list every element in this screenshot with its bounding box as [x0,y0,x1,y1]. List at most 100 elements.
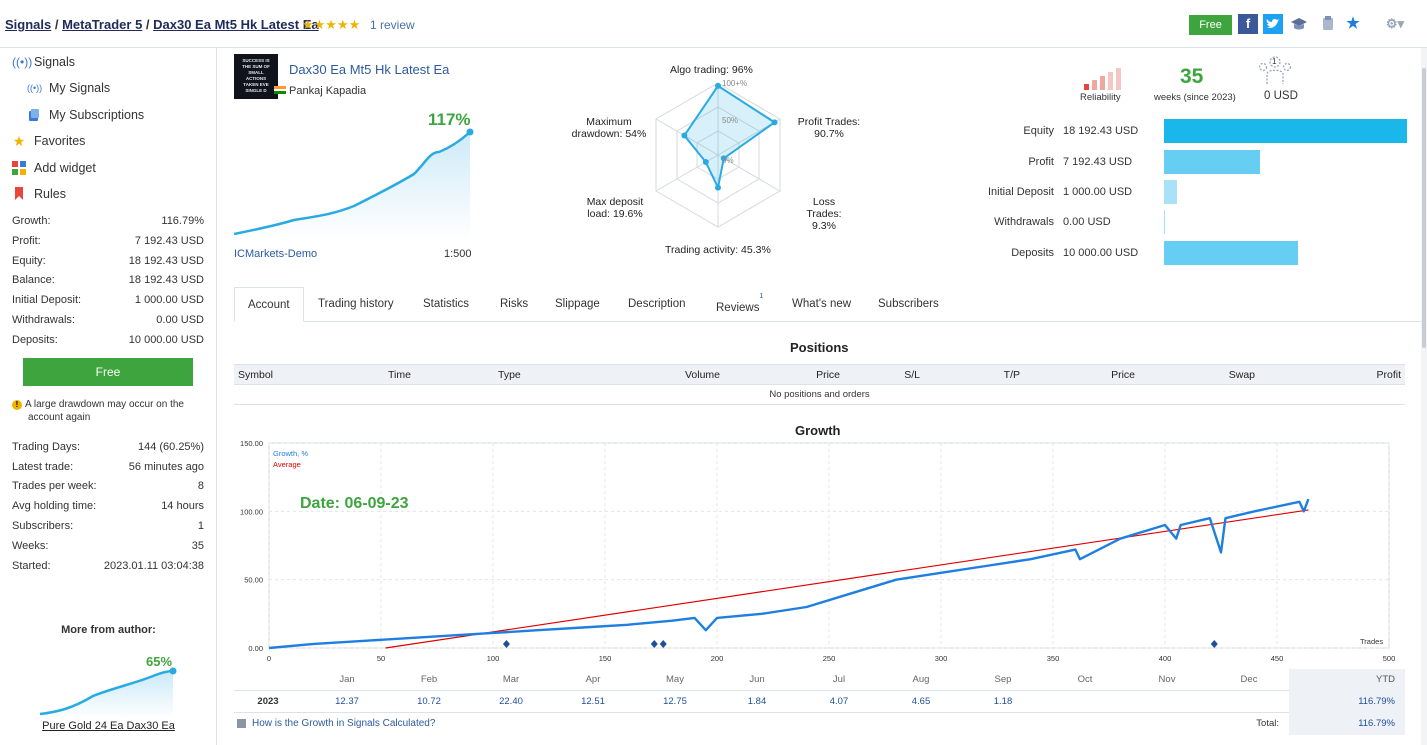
month-value: 22.40 [499,696,523,707]
sidebar-item-my-signals[interactable]: ((•)) My Signals [27,81,110,95]
tab-slippage[interactable]: Slippage [542,287,613,322]
sidebar-item-my-subscriptions[interactable]: My Subscriptions [27,108,144,122]
month-value: 4.65 [911,696,931,707]
months-header-row: Jan Feb Mar Apr May Jun Jul Aug Sep Oct Nov Dec YTD [234,669,1405,691]
graduation-cap-icon[interactable] [1289,14,1309,34]
rating-stars[interactable]: ★★★★★ [302,17,360,33]
positions-empty-text: No positions and orders [234,384,1405,405]
x-tick-label: 200 [711,654,724,663]
radar-label-algo: Algo trading: 96% [670,64,753,76]
broker-name[interactable]: ICMarkets-Demo [234,248,317,260]
radar-label-text: drawdown: 54% [571,128,647,140]
sidebar-item-signals[interactable]: ((•)) Signals [12,55,75,69]
radar-label-text: Maximum [586,116,632,128]
breadcrumb-separator: / [142,17,154,32]
col-price: Price [724,364,844,385]
ytd-value: 116.79% [1358,696,1395,707]
bar-row-profit: Profit 7 192.43 USD [968,150,1260,174]
stat-equity: Equity: 18 192.43 USD [12,255,204,267]
month-header: Sep [994,674,1012,685]
breadcrumb-separator: / [51,17,63,32]
totals-row: How is the Growth in Signals Calculated?… [234,713,1405,735]
radar-point-algo [715,82,721,89]
radar-label-text: 9.3% [812,220,836,232]
bar-label: Withdrawals [994,216,1054,228]
favorite-star-icon[interactable]: ★ [1343,14,1363,34]
positions-title: Positions [790,340,849,355]
growth-help-link[interactable]: How is the Growth in Signals Calculated? [252,713,435,735]
stat-trades-per-week: Trades per week: 8 [12,480,204,492]
facebook-icon[interactable]: f [1238,14,1258,34]
year-label: 2023 [257,696,279,707]
bar-row-deposits: Deposits 10 000.00 USD [968,241,1298,265]
tab-statistics[interactable]: Statistics [410,287,482,322]
x-tick-label: 500 [1383,654,1396,663]
scrollbar-thumb[interactable] [1422,68,1426,348]
month-value: 4.07 [829,696,849,707]
clipboard-icon[interactable] [1318,14,1338,34]
sidebar-item-favorites[interactable]: ★ Favorites [12,133,86,149]
stat-trading-days: Trading Days: 144 (60.25%) [12,441,204,453]
x-axis-title: Trades [1360,637,1383,646]
star-icon: ★ [12,133,26,149]
tab-risks[interactable]: Risks [487,287,541,322]
tab-whats-new[interactable]: What's new [779,287,864,322]
breadcrumb: Signals / MetaTrader 5 / Dax30 Ea Mt5 Hk… [5,17,319,32]
tab-subscribers[interactable]: Subscribers [865,287,952,322]
sidebar-item-rules[interactable]: Rules [12,187,66,201]
sidebar-item-label: Signals [34,55,75,69]
stat-value: 116.79% [161,215,204,227]
sidebar-item-add-widget[interactable]: Add widget [12,161,96,175]
bar-value: 0.00 USD [1063,216,1111,228]
date-overlay: Date: 06-09-23 [300,495,409,512]
radar-ring-label-0: 0% [722,156,734,165]
reviews-badge: 1 [759,293,764,300]
tab-account[interactable]: Account [234,287,304,322]
stat-value: 10 000.00 USD [128,334,204,346]
month-header: Jun [749,674,765,685]
breadcrumb-signal[interactable]: Dax30 Ea Mt5 Hk Latest Ea [153,17,318,32]
stat-value: 144 (60.25%) [137,441,204,453]
stat-label: Trading Days: [12,441,81,453]
subscribe-free-button[interactable]: Free [1189,15,1232,35]
twitter-icon[interactable] [1263,14,1283,34]
col-swap: Swap [1139,364,1259,385]
top-bar: Signals / MetaTrader 5 / Dax30 Ea Mt5 Hk… [0,0,1427,48]
stat-label: Subscribers: [12,520,74,532]
legend-average: Average [273,460,301,469]
main-content: SUCCESS IS THE SUM OF SMALL ACTIONS TAKE… [218,48,1427,745]
tab-trading-history[interactable]: Trading history [305,287,407,322]
tab-description[interactable]: Description [615,287,699,322]
stat-label: Growth: [12,215,51,227]
month-header: Oct [1077,674,1093,685]
tab-reviews[interactable]: Reviews1 [703,287,776,322]
signal-name[interactable]: Dax30 Ea Mt5 Hk Latest Ea [289,62,449,77]
signal-growth-sparkline[interactable] [234,128,474,240]
help-icon [237,719,246,728]
antenna-icon: ((•)) [12,55,33,69]
review-link[interactable]: 1 review [370,18,415,32]
breadcrumb-signals[interactable]: Signals [5,17,51,32]
signal-thumbnail: SUCCESS IS THE SUM OF SMALL ACTIONS TAKE… [234,54,278,99]
radar-label-profit-trades: Profit Trades: 90.7% [794,116,864,140]
radar-point-profit [771,119,778,126]
stat-balance: Balance: 18 192.43 USD [12,274,204,286]
gear-icon[interactable]: ⚙▾ [1382,14,1408,34]
stat-profit: Profit: 7 192.43 USD [12,235,204,247]
stat-value: 18 192.43 USD [128,274,204,286]
sidebar-item-label: My Signals [49,81,111,95]
growth-chart[interactable]: 0 50 100 150 200 250 300 350 400 450 500 0.00 50.00 1… [218,436,1427,666]
page-scrollbar[interactable] [1421,48,1427,745]
tab-bar: Account Trading history Statistics Risks… [234,287,1427,322]
month-header: Aug [912,674,930,685]
author-signal-link[interactable]: Pure Gold 24 Ea Dax30 Ea [0,720,217,732]
stat-value: 14 hours [161,500,204,512]
subscribe-free-button-sidebar[interactable]: Free [23,358,193,386]
breadcrumb-metatrader5[interactable]: MetaTrader 5 [62,17,142,32]
author-signal-sparkline[interactable] [38,666,178,718]
signal-author[interactable]: Pankaj Kapadia [289,85,366,97]
x-tick-label: 400 [1159,654,1172,663]
sidebar: ((•)) Signals ((•)) My Signals My Subscr… [0,48,217,745]
month-value: 12.75 [663,696,687,707]
stat-value: 1 000.00 USD [134,294,204,306]
